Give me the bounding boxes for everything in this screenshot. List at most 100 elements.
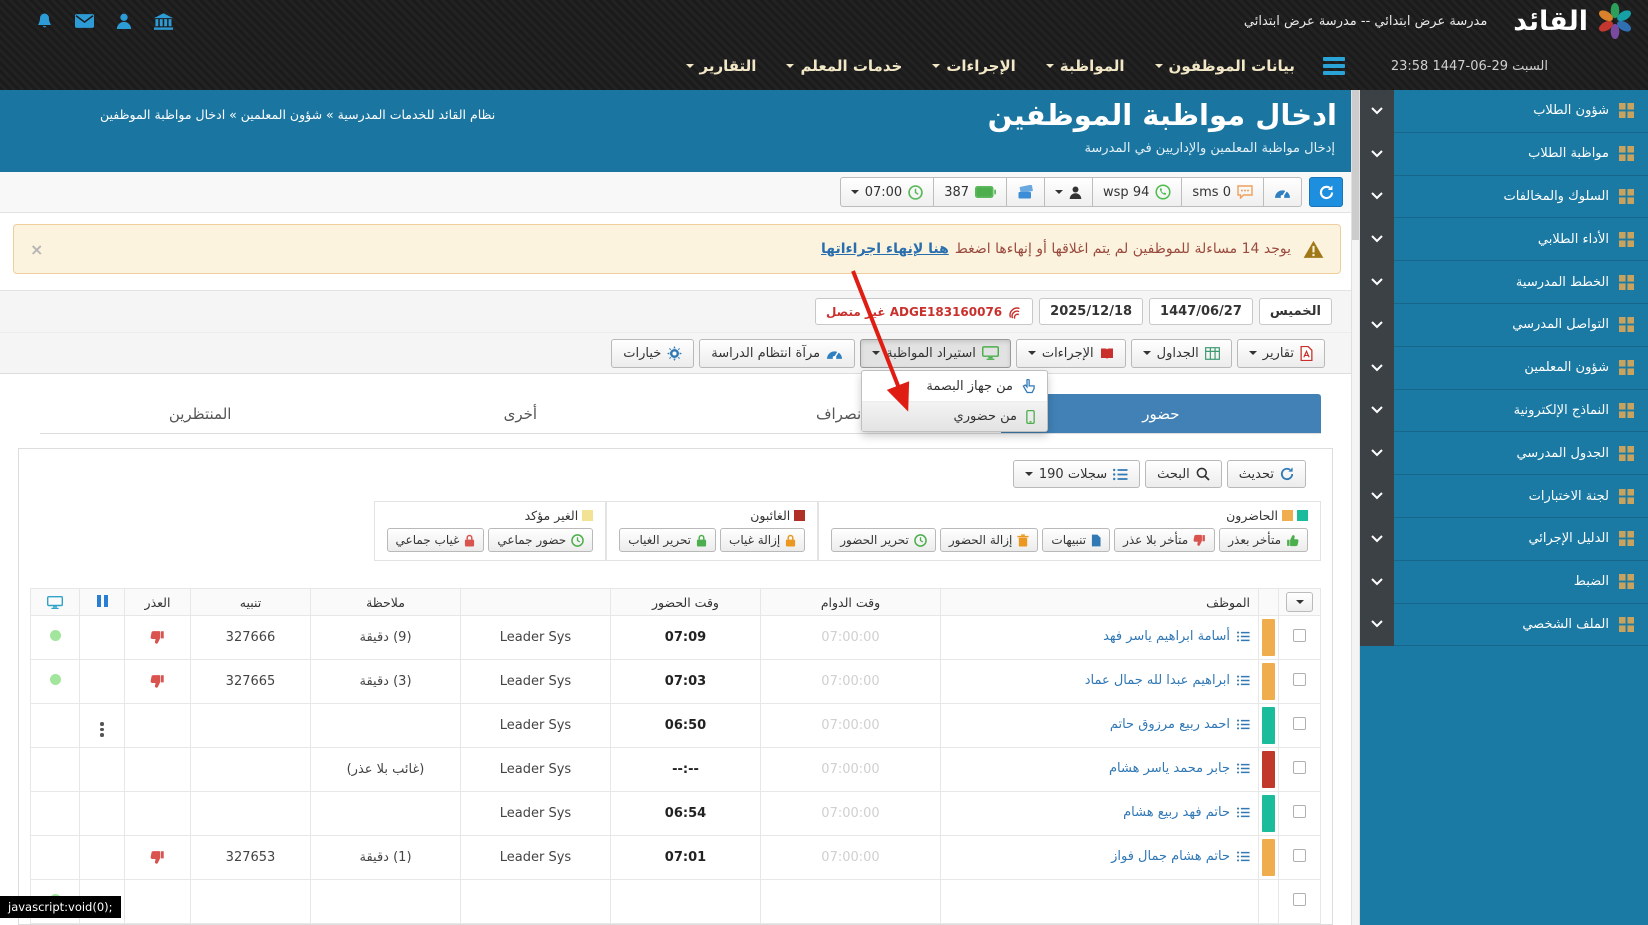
tab-present[interactable]: حضور [1001,394,1321,433]
sidebar-item-teacher-affairs[interactable]: شؤون المعلمين [1360,347,1648,390]
row-checkbox[interactable] [1293,673,1306,686]
gauge-icon [1274,186,1291,199]
study-mirror-button[interactable]: مرآة انتظام الدراسة [699,339,855,368]
sidebar-item-eforms[interactable]: النماذج الإلكترونية [1360,390,1648,433]
close-icon[interactable]: × [30,240,43,259]
duty-time-header[interactable]: وقت الدوام [761,589,941,616]
row-checkbox[interactable] [1293,761,1306,774]
row-checkbox[interactable] [1293,805,1306,818]
employee-link[interactable]: حاتم فهد ربيع هشام [1123,805,1250,820]
search-button[interactable]: البحث [1145,460,1222,488]
edit-absence-button[interactable]: تحرير الغياب [619,528,716,552]
alerts-button[interactable]: تنبيهات [1042,528,1110,552]
chevron-down-icon[interactable] [1360,432,1394,475]
import-attendance-button[interactable]: استيراد المواظبة [860,339,1011,368]
fingerprint-device-status[interactable]: ADGE183160076 غير متصل [815,298,1033,325]
employee-link[interactable]: ابراهيم عبدا لله جمال عماد [1085,673,1250,688]
chevron-down-icon[interactable] [1360,603,1394,646]
sidebar-item-student-affairs[interactable]: شؤون الطلاب [1360,90,1648,133]
row-checkbox[interactable] [1293,893,1306,906]
note-header[interactable]: ملاحظة [311,589,461,616]
gregorian-date-box[interactable]: 2025/12/18 [1039,298,1143,325]
sidebar-item-exam-committee[interactable]: لجنة الاختبارات [1360,475,1648,518]
nav-employee-data[interactable]: بيانات الموظفون [1155,57,1295,75]
row-checkbox[interactable] [1293,717,1306,730]
scrollbar[interactable] [1351,90,1360,925]
envelope-icon[interactable] [75,14,94,28]
tab-waiting[interactable]: المنتظرين [40,394,360,433]
sidebar-item-school-plans[interactable]: الخطط المدرسية [1360,261,1648,304]
nav-teacher-services[interactable]: خدمات المعلم [786,57,902,75]
sidebar-item-school-communication[interactable]: التواصل المدرسي [1360,304,1648,347]
chevron-down-icon[interactable] [1360,389,1394,432]
refresh-button[interactable] [1309,177,1343,207]
schedules-button[interactable]: الجداول [1131,339,1232,368]
sidebar-item-student-performance[interactable]: الأداء الطلابي [1360,218,1648,261]
excuse-cell[interactable] [125,660,191,704]
late-without-excuse-button[interactable]: متأخر بلا عذر [1114,528,1215,552]
chevron-down-icon[interactable] [1360,218,1394,261]
user-menu-button[interactable] [1044,177,1093,207]
chevron-down-icon[interactable] [1360,175,1394,218]
nav-procedures[interactable]: الإجراءات [932,57,1015,75]
time-select-button[interactable]: 07:00 [840,177,934,207]
dashboard-button[interactable] [1263,177,1302,207]
employee-link[interactable]: أسامة ابراهيم ياسر فهد [1103,629,1250,644]
whatsapp-button[interactable]: wsp 94 [1092,177,1182,207]
remove-absence-button[interactable]: إزالة غياب [720,528,805,552]
remove-attendance-button[interactable]: إزالة الحضور [940,528,1039,552]
sidebar-item-student-attendance[interactable]: مواظبة الطلاب [1360,133,1648,176]
reports-button[interactable]: تقارير [1237,339,1325,368]
chevron-down-icon[interactable] [1360,90,1394,133]
excuse-cell[interactable] [125,836,191,880]
group-absence-button[interactable]: غياب جماعي [387,528,485,552]
options-button[interactable]: خيارات [611,339,694,368]
nav-reports[interactable]: التقارير [686,57,757,75]
chevron-down-icon[interactable] [1360,261,1394,304]
edit-attendance-button[interactable]: تحرير الحضور [831,528,936,552]
sidebar-item-profile[interactable]: الملف الشخصي [1360,604,1648,647]
menu-item-from-fingerprint-device[interactable]: من جهاز البصمة [862,371,1047,401]
employee-link[interactable]: جابر محمد ياسر هشام [1109,761,1250,776]
row-actions-cell[interactable] [80,704,125,748]
excuse-header[interactable]: العذر [125,589,191,616]
tab-other[interactable]: أخرى [360,394,680,433]
employee-header[interactable]: الموظف [941,589,1259,616]
sidebar-item-procedural-guide[interactable]: الدليل الإجرائي [1360,518,1648,561]
hijri-date-box[interactable]: 1447/06/27 [1149,298,1253,325]
user-icon[interactable] [116,13,132,29]
bank-icon[interactable] [154,13,173,30]
bell-icon[interactable] [36,13,53,30]
sidebar-item-behavior[interactable]: السلوك والمخالفات [1360,176,1648,219]
excuse-cell[interactable] [125,616,191,660]
chevron-down-icon[interactable] [1360,303,1394,346]
records-count-button[interactable]: 190 سجلات [1013,460,1140,488]
select-all-button[interactable] [1286,592,1313,612]
row-checkbox[interactable] [1293,629,1306,642]
procedures-button[interactable]: الإجراءات [1016,339,1126,368]
attend-time-header[interactable]: وقت الحضور [611,589,761,616]
day-box[interactable]: الخميس [1259,298,1332,325]
group-attendance-button[interactable]: حضور جماعي [488,528,593,552]
row-checkbox[interactable] [1293,849,1306,862]
breadcrumb[interactable]: نظام القائد للخدمات المدرسية » شؤون المع… [100,107,495,122]
employee-link[interactable]: حاتم هشام جمال فواز [1111,849,1250,864]
menu-item-from-hodori[interactable]: من حضوري [862,401,1047,431]
hamburger-icon[interactable] [1323,57,1345,75]
chevron-down-icon[interactable] [1360,517,1394,560]
chevron-down-icon[interactable] [1360,132,1394,175]
list-refresh-button[interactable]: تحديث [1227,460,1306,488]
late-with-excuse-button[interactable]: متأخر بعذر [1219,528,1308,552]
sidebar-item-school-schedule[interactable]: الجدول المدرسي [1360,432,1648,475]
tickets-button[interactable] [1006,177,1045,207]
sidebar-item-control[interactable]: الضبط [1360,561,1648,604]
alert-header[interactable]: تنبيه [191,589,311,616]
battery-count-button[interactable]: 387 [933,177,1007,207]
chevron-down-icon[interactable] [1360,560,1394,603]
sms-button[interactable]: sms 0 [1181,177,1264,207]
nav-attendance[interactable]: المواظبة [1046,57,1125,75]
employee-link[interactable]: احمد ربيع مرزوق حاتم [1110,717,1250,732]
alert-link[interactable]: هنا لإنهاء اجراءاتها [821,241,949,257]
chevron-down-icon[interactable] [1360,475,1394,518]
chevron-down-icon[interactable] [1360,346,1394,389]
